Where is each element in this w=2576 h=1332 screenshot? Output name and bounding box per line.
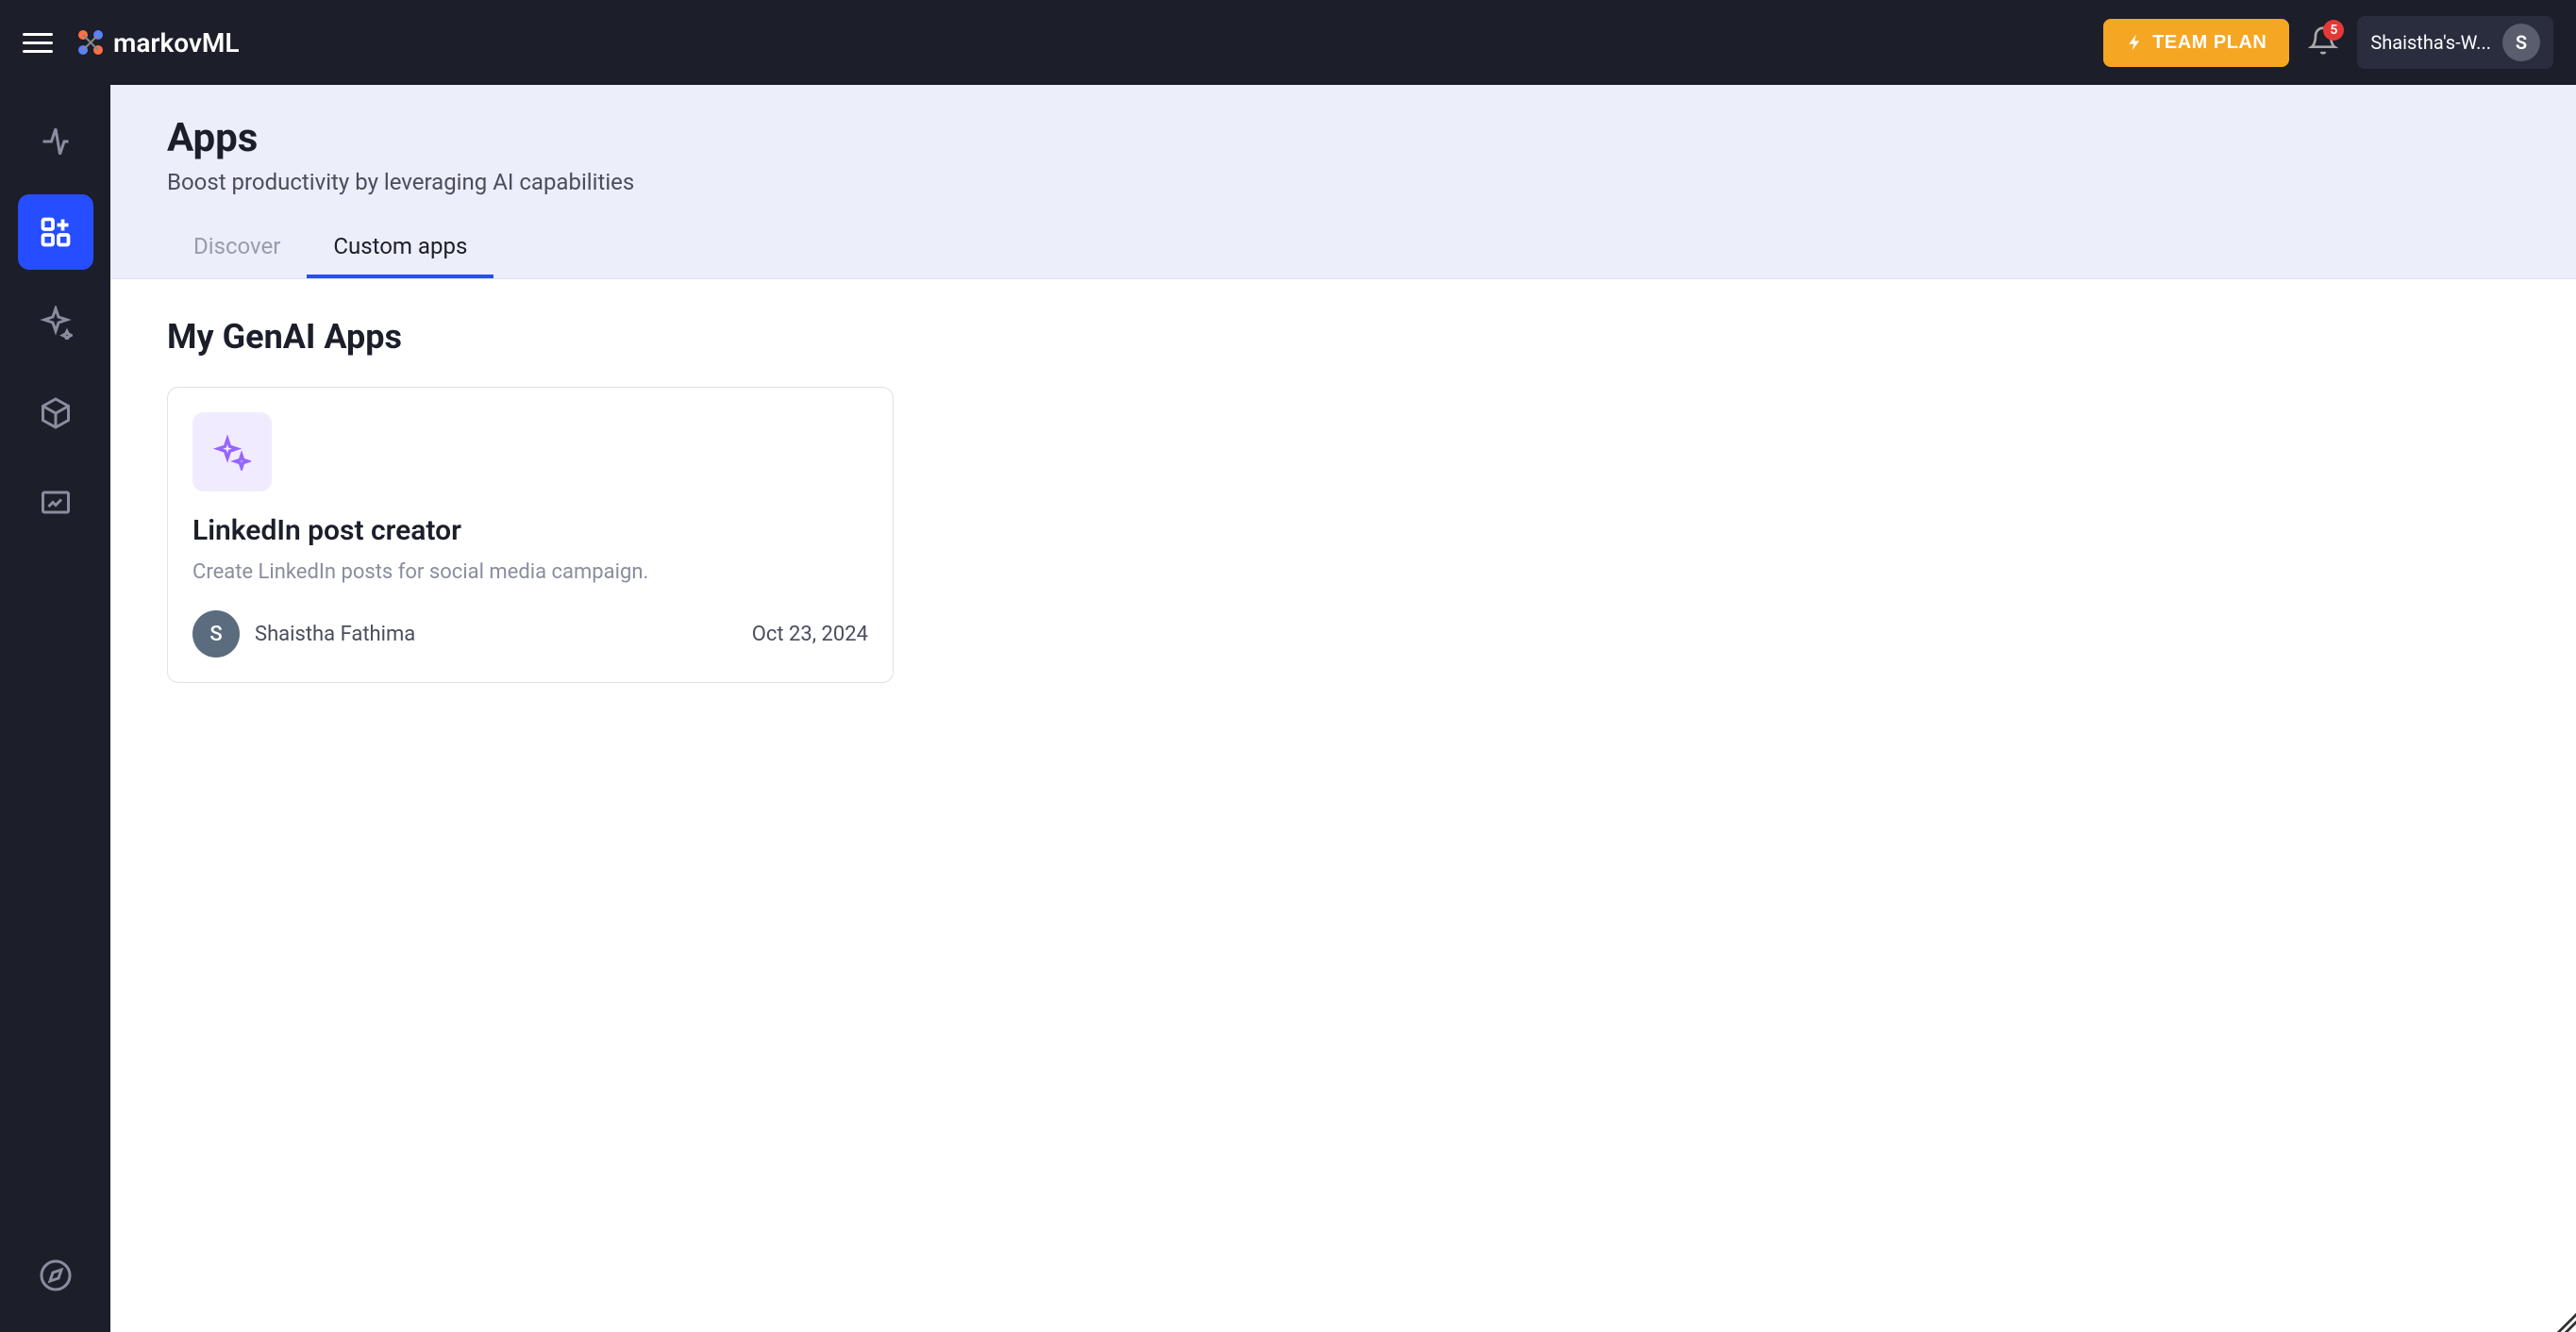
workspace-avatar: S [2502, 24, 2540, 61]
team-plan-button[interactable]: TEAM PLAN [2103, 19, 2289, 67]
presentation-icon [39, 487, 73, 521]
page-subtitle: Boost productivity by leveraging AI capa… [167, 169, 2519, 195]
workspace-selector[interactable]: Shaistha's-W... S [2357, 16, 2553, 69]
brand-logo[interactable]: markovML [75, 27, 240, 58]
sidebar-item-cube[interactable] [18, 375, 93, 451]
sparkle-purple-icon [213, 433, 251, 471]
team-plan-label: TEAM PLAN [2152, 32, 2267, 54]
app-card-icon-wrapper [192, 412, 272, 491]
sidebar-item-sparkle[interactable] [18, 285, 93, 360]
workspace-label: Shaistha's-W... [2370, 31, 2491, 54]
flow-icon [39, 125, 73, 158]
notification-button[interactable]: 5 [2308, 25, 2338, 59]
author-name: Shaistha Fathima [255, 623, 415, 646]
app-card-date: Oct 23, 2024 [752, 623, 868, 646]
page-header: Apps Boost productivity by leveraging AI… [110, 85, 2576, 279]
apps-grid-icon [39, 215, 73, 249]
header-left: markovML [23, 27, 240, 58]
content-body: My GenAI Apps LinkedIn post creator Crea… [110, 279, 2576, 721]
app-card-title: LinkedIn post creator [192, 514, 868, 547]
sidebar-item-presentation[interactable] [18, 466, 93, 541]
top-header: markovML TEAM PLAN 5 Shaistha's-W... S [0, 0, 2576, 85]
hamburger-menu-button[interactable] [23, 33, 53, 53]
tab-discover[interactable]: Discover [167, 218, 307, 278]
author-avatar: S [192, 610, 240, 658]
page-title: Apps [167, 115, 2519, 161]
notification-badge: 5 [2323, 20, 2344, 41]
header-right: TEAM PLAN 5 Shaistha's-W... S [2103, 16, 2553, 69]
section-title: My GenAI Apps [167, 317, 2519, 357]
app-card-description: Create LinkedIn posts for social media c… [192, 560, 868, 584]
app-card-author: S Shaistha Fathima [192, 610, 415, 658]
content-area: Apps Boost productivity by leveraging AI… [110, 85, 2576, 1332]
lightning-icon [2126, 33, 2145, 52]
tab-custom-apps[interactable]: Custom apps [307, 218, 493, 278]
resize-handle [2557, 1313, 2576, 1332]
sidebar-item-compass[interactable] [18, 1238, 93, 1313]
tabs: Discover Custom apps [167, 218, 2519, 278]
sidebar [0, 85, 110, 1332]
compass-icon [39, 1258, 73, 1292]
sidebar-item-flow[interactable] [18, 104, 93, 179]
markovml-logo-icon [75, 27, 106, 58]
app-card-footer: S Shaistha Fathima Oct 23, 2024 [192, 610, 868, 658]
cube-icon [39, 396, 73, 430]
app-card[interactable]: LinkedIn post creator Create LinkedIn po… [167, 387, 894, 683]
brand-name: markovML [113, 27, 240, 58]
sparkle-icon [39, 306, 73, 340]
sidebar-item-apps[interactable] [18, 194, 93, 270]
